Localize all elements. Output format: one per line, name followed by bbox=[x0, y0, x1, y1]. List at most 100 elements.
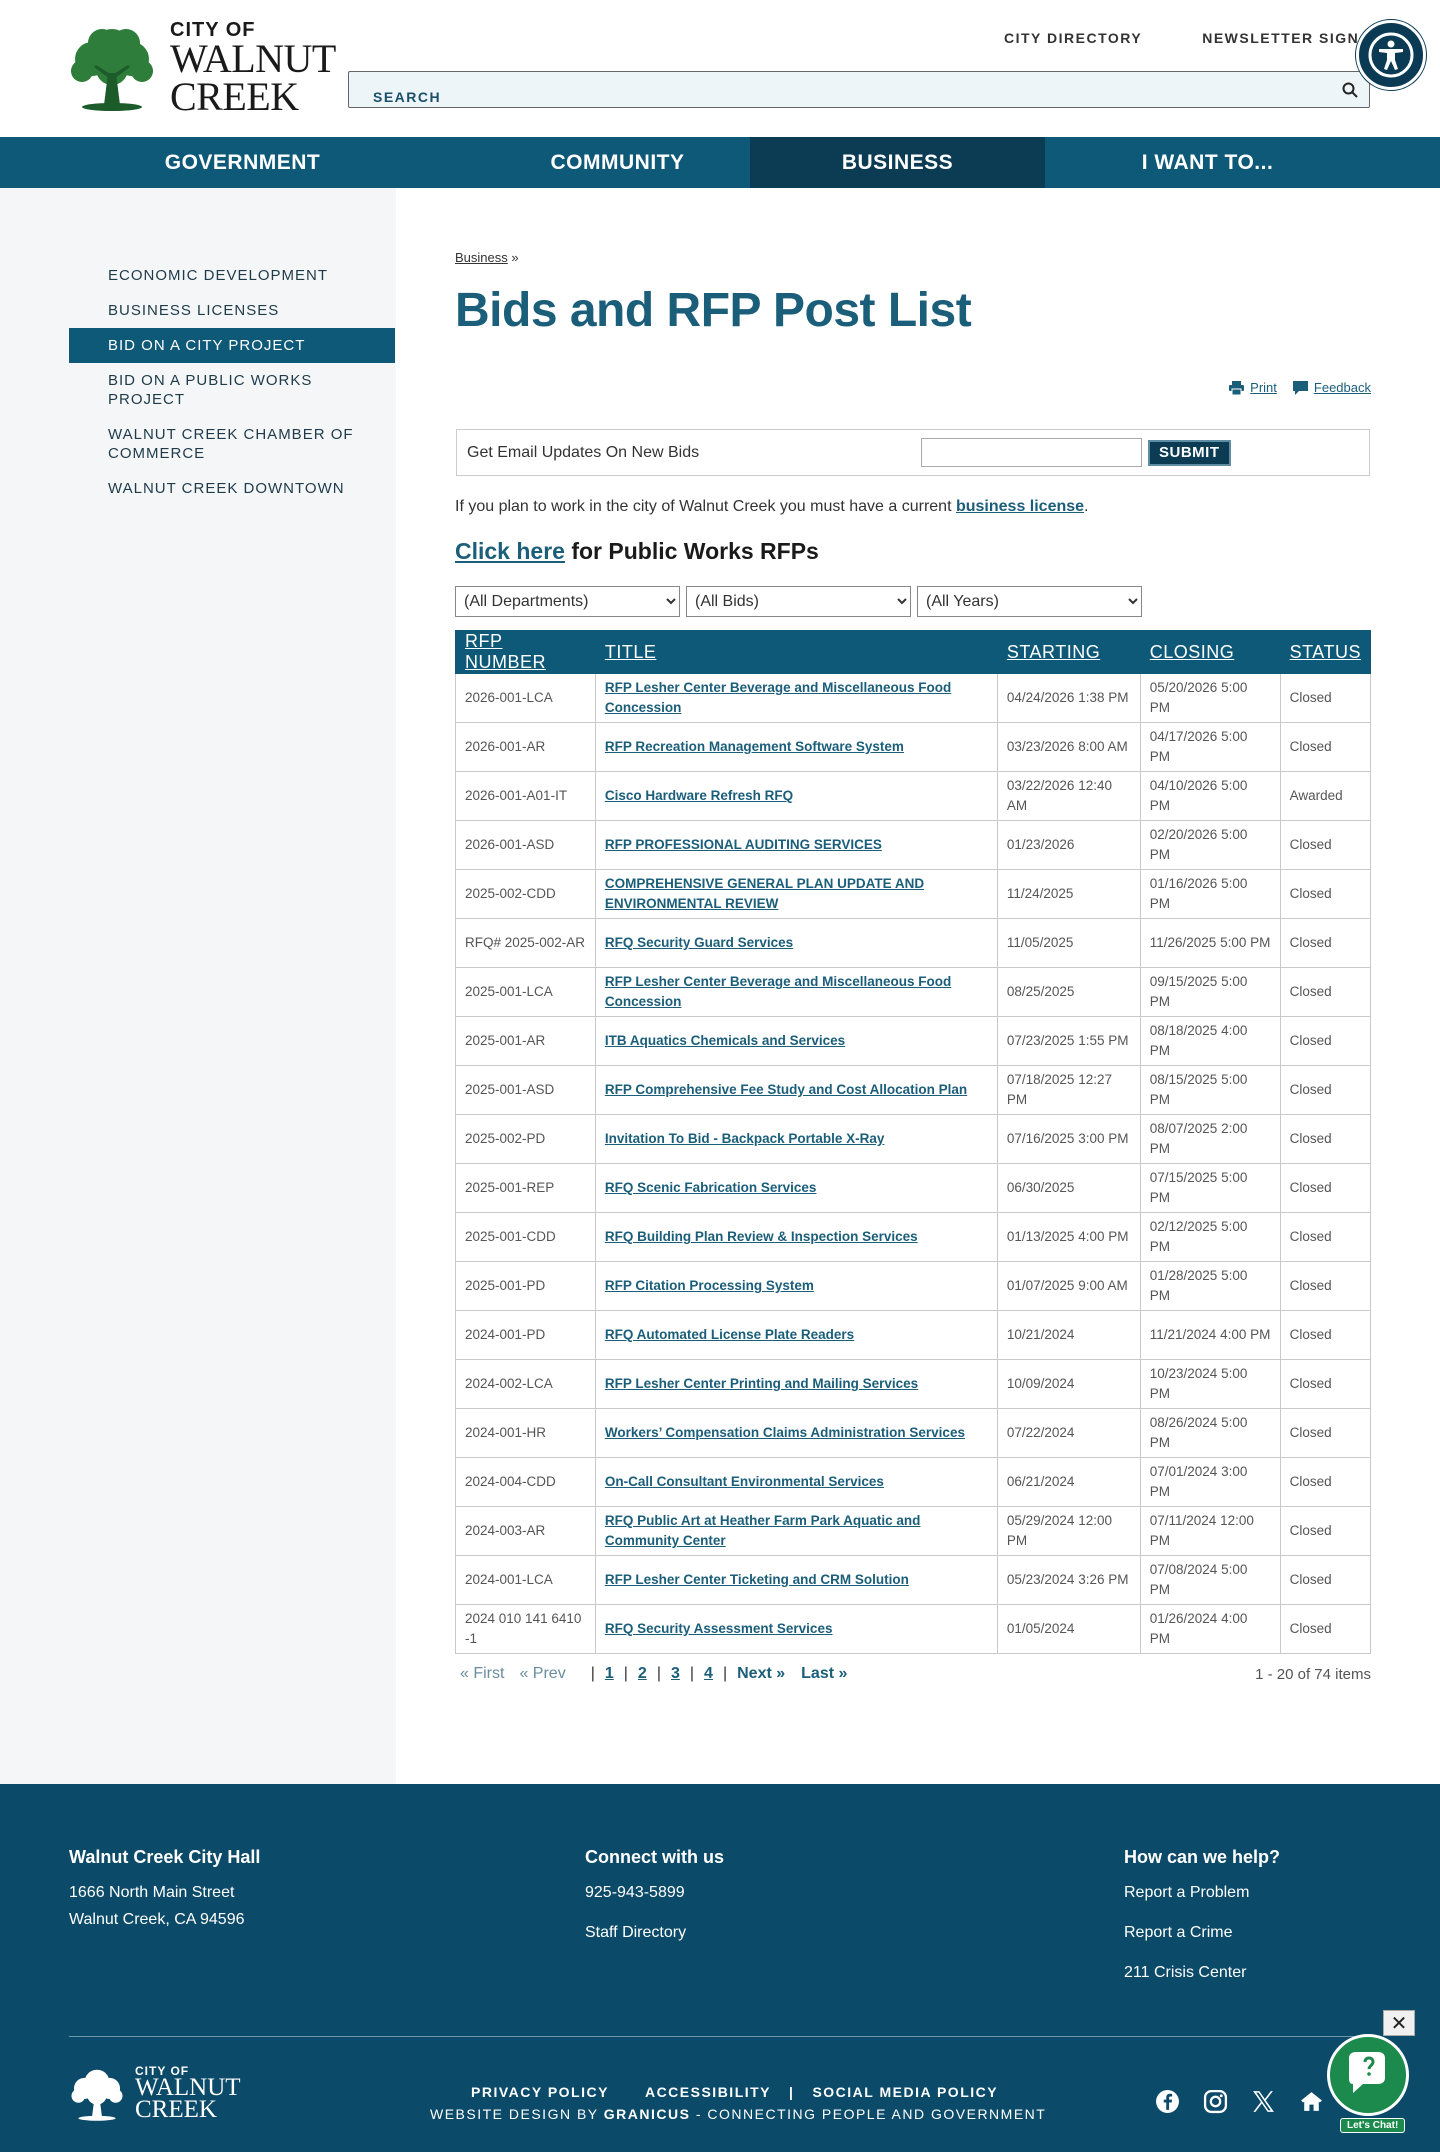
email-signup-label: Get Email Updates On New Bids bbox=[467, 443, 700, 461]
rfp-title-link[interactable]: RFP Citation Processing System bbox=[605, 1278, 814, 1293]
chat-button[interactable] bbox=[1327, 2034, 1409, 2116]
rfp-title-link[interactable]: RFP Lesher Center Beverage and Miscellan… bbox=[605, 680, 951, 715]
closing-cell: 02/20/2026 5:00 PM bbox=[1139, 820, 1281, 870]
rfp-number-cell: 2024-002-LCA bbox=[455, 1359, 596, 1409]
rfp-title-link[interactable]: RFP Lesher Center Printing and Mailing S… bbox=[605, 1376, 918, 1391]
table-row: 2025-001-AR ITB Aquatics Chemicals and Se… bbox=[455, 1016, 1372, 1066]
nav-community[interactable]: COMMUNITY bbox=[485, 137, 750, 188]
rfp-title-link[interactable]: RFP Lesher Center Ticketing and CRM Solu… bbox=[605, 1572, 909, 1587]
business-license-link[interactable]: business license bbox=[956, 498, 1084, 515]
department-filter-select[interactable]: (All Departments) bbox=[455, 586, 680, 617]
social-media-policy-link[interactable]: SOCIAL MEDIA POLICY bbox=[812, 2084, 998, 2100]
sidebar-item-business-licenses[interactable]: BUSINESS LICENSES bbox=[69, 293, 395, 328]
footer-report-crime-link[interactable]: Report a Crime bbox=[1124, 1919, 1280, 1946]
starting-cell: 06/30/2025 bbox=[996, 1163, 1141, 1213]
status-cell: Closed bbox=[1279, 1408, 1372, 1458]
nav-i-want-to[interactable]: I WANT TO... bbox=[1045, 137, 1370, 188]
pager-next[interactable]: Next » bbox=[737, 1665, 785, 1683]
starting-cell: 05/29/2024 12:00 PM bbox=[996, 1506, 1141, 1556]
header-status[interactable]: STATUS bbox=[1279, 630, 1372, 674]
rfp-number-cell: 2026-001-A01-IT bbox=[455, 771, 596, 821]
footer-divider bbox=[69, 2036, 1371, 2037]
rfp-title-link[interactable]: RFQ Scenic Fabrication Services bbox=[605, 1180, 817, 1195]
years-filter-select[interactable]: (All Years) bbox=[917, 586, 1142, 617]
rfp-title-link[interactable]: COMPREHENSIVE GENERAL PLAN UPDATE AND EN… bbox=[605, 876, 924, 911]
instagram-icon[interactable] bbox=[1203, 2089, 1228, 2114]
rfp-title-link[interactable]: RFQ Building Plan Review & Inspection Se… bbox=[605, 1229, 918, 1244]
header-title[interactable]: TITLE bbox=[594, 630, 998, 674]
sidebar: ECONOMIC DEVELOPMENT BUSINESS LICENSES B… bbox=[0, 188, 396, 1784]
search-input[interactable] bbox=[349, 72, 1369, 107]
footer-staff-directory-link[interactable]: Staff Directory bbox=[585, 1919, 724, 1946]
rfp-title-link[interactable]: Invitation To Bid - Backpack Portable X-… bbox=[605, 1131, 885, 1146]
page-tools: Print Feedback bbox=[1229, 380, 1371, 395]
title-cell: RFP PROFESSIONAL AUDITING SERVICES bbox=[594, 820, 998, 870]
status-cell: Closed bbox=[1279, 967, 1372, 1017]
header-closing[interactable]: CLOSING bbox=[1139, 630, 1281, 674]
social-links bbox=[1155, 2089, 1324, 2114]
starting-cell: 03/22/2026 12:40 AM bbox=[996, 771, 1141, 821]
pager-prev[interactable]: « Prev bbox=[519, 1665, 565, 1683]
rfp-number-cell: 2025-002-PD bbox=[455, 1114, 596, 1164]
starting-cell: 01/05/2024 bbox=[996, 1604, 1141, 1654]
granicus-link[interactable]: GRANICUS bbox=[604, 2106, 691, 2122]
printer-icon bbox=[1229, 380, 1245, 395]
print-link[interactable]: Print bbox=[1229, 380, 1277, 395]
rfp-title-link[interactable]: RFQ Security Assessment Services bbox=[605, 1621, 833, 1636]
sidebar-item-economic-development[interactable]: ECONOMIC DEVELOPMENT bbox=[69, 258, 395, 293]
breadcrumb-business-link[interactable]: Business bbox=[455, 250, 508, 265]
pager-page-1[interactable]: 1 bbox=[605, 1665, 614, 1683]
sidebar-item-downtown[interactable]: WALNUT CREEK DOWNTOWN bbox=[69, 471, 395, 506]
pager-page-4[interactable]: 4 bbox=[704, 1665, 713, 1683]
footer-logo[interactable]: CITY OF WALNUT CREEK bbox=[69, 2065, 241, 2122]
x-twitter-icon[interactable] bbox=[1251, 2089, 1276, 2114]
rfp-title-link[interactable]: RFP PROFESSIONAL AUDITING SERVICES bbox=[605, 837, 882, 852]
rfp-title-link[interactable]: RFP Comprehensive Fee Study and Cost All… bbox=[605, 1082, 967, 1097]
privacy-policy-link[interactable]: PRIVACY POLICY bbox=[471, 2084, 609, 2100]
rfp-title-link[interactable]: RFQ Security Guard Services bbox=[605, 935, 793, 950]
city-logo[interactable]: CITY OF WALNUT CREEK bbox=[68, 20, 358, 116]
header-rfp-number[interactable]: RFP NUMBER bbox=[455, 630, 596, 674]
rfp-title-link[interactable]: RFQ Public Art at Heather Farm Park Aqua… bbox=[605, 1513, 921, 1548]
email-field[interactable] bbox=[921, 438, 1142, 467]
sidebar-item-bid-on-city-project[interactable]: BID ON A CITY PROJECT bbox=[69, 328, 395, 363]
accessibility-link[interactable]: ACCESSIBILITY bbox=[645, 2084, 771, 2100]
nav-government[interactable]: GOVERNMENT bbox=[0, 137, 485, 188]
footer-phone-link[interactable]: 925-943-5899 bbox=[585, 1879, 724, 1906]
nextdoor-icon[interactable] bbox=[1299, 2089, 1324, 2114]
chat-close-button[interactable]: ✕ bbox=[1383, 2010, 1415, 2036]
public-works-click-here-link[interactable]: Click here bbox=[455, 538, 565, 564]
rfp-title-link[interactable]: Cisco Hardware Refresh RFQ bbox=[605, 788, 793, 803]
footer-report-problem-link[interactable]: Report a Problem bbox=[1124, 1879, 1280, 1906]
footer-address-line-2: Walnut Creek, CA 94596 bbox=[69, 1911, 245, 1928]
facebook-icon[interactable] bbox=[1155, 2089, 1180, 2114]
license-note-period: . bbox=[1084, 498, 1089, 515]
footer-crisis-center-link[interactable]: 211 Crisis Center bbox=[1124, 1959, 1280, 1986]
sidebar-item-bid-on-public-works[interactable]: BID ON A PUBLIC WORKS PROJECT bbox=[69, 363, 395, 417]
rfp-title-link[interactable]: RFQ Automated License Plate Readers bbox=[605, 1327, 854, 1342]
rfp-title-link[interactable]: Workers’ Compensation Claims Administrat… bbox=[605, 1425, 965, 1440]
pager-page-3[interactable]: 3 bbox=[671, 1665, 680, 1683]
accessibility-button[interactable] bbox=[1356, 20, 1426, 90]
utility-links: CITY DIRECTORY NEWSLETTER SIGN UP bbox=[1004, 30, 1387, 46]
starting-cell: 08/25/2025 bbox=[996, 967, 1141, 1017]
table-row: 2024 010 141 6410 -1 RFQ Security Assessm… bbox=[455, 1604, 1372, 1654]
pager-page-2[interactable]: 2 bbox=[638, 1665, 647, 1683]
closing-cell: 01/26/2024 4:00 PM bbox=[1139, 1604, 1281, 1654]
rfp-title-link[interactable]: RFP Lesher Center Beverage and Miscellan… bbox=[605, 974, 951, 1009]
header-starting[interactable]: STARTING bbox=[996, 630, 1141, 674]
search-icon[interactable] bbox=[1341, 81, 1359, 99]
feedback-link[interactable]: Feedback bbox=[1292, 380, 1371, 395]
city-directory-link[interactable]: CITY DIRECTORY bbox=[1004, 30, 1142, 46]
pager-first[interactable]: « First bbox=[460, 1665, 504, 1683]
pager-last[interactable]: Last » bbox=[801, 1665, 847, 1683]
rfp-title-link[interactable]: On-Call Consultant Environmental Service… bbox=[605, 1474, 884, 1489]
chat-label[interactable]: Let's Chat! bbox=[1340, 2118, 1406, 2133]
rfp-title-link[interactable]: ITB Aquatics Chemicals and Services bbox=[605, 1033, 845, 1048]
sidebar-item-chamber-of-commerce[interactable]: WALNUT CREEK CHAMBER OF COMMERCE bbox=[69, 417, 395, 471]
submit-button[interactable]: SUBMIT bbox=[1148, 439, 1231, 466]
table-body: 2026-001-LCA RFP Lesher Center Beverage a… bbox=[455, 673, 1372, 1654]
nav-business[interactable]: BUSINESS bbox=[750, 137, 1045, 188]
rfp-title-link[interactable]: RFP Recreation Management Software Syste… bbox=[605, 739, 904, 754]
bids-filter-select[interactable]: (All Bids) bbox=[686, 586, 911, 617]
